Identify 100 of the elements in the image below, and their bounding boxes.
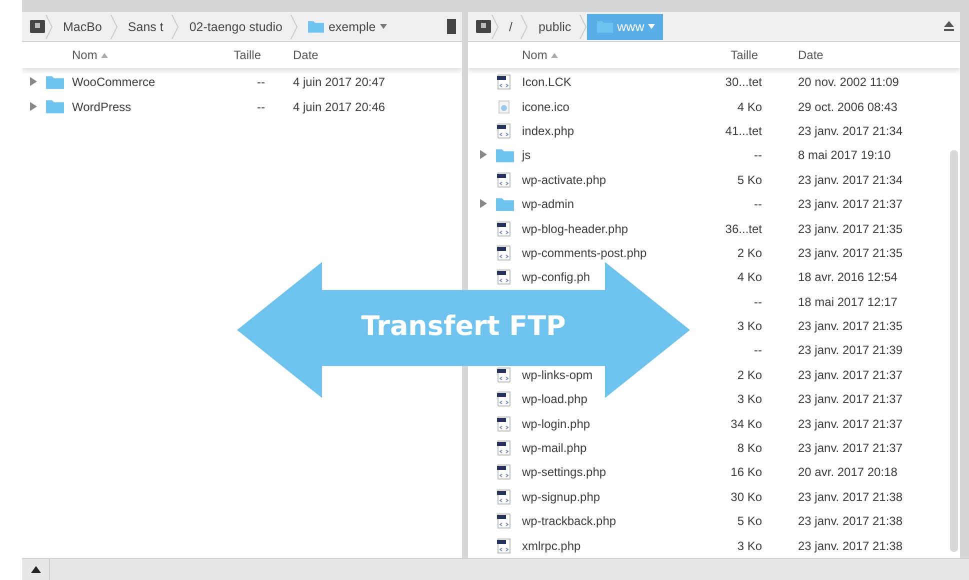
column-header[interactable]: Nom bbox=[522, 48, 712, 62]
column-header[interactable]: Nom bbox=[72, 48, 222, 62]
file-date: 23 janv. 2017 21:37 bbox=[798, 197, 903, 212]
file-date: 20 avr. 2017 20:18 bbox=[798, 465, 898, 480]
file-size: 34 Ko bbox=[730, 416, 762, 431]
expand-triangle-icon[interactable] bbox=[480, 199, 487, 208]
php-file-icon bbox=[496, 366, 512, 383]
file-date: 20 nov. 2002 11:09 bbox=[798, 75, 899, 90]
file-date: 29 oct. 2006 08:43 bbox=[798, 100, 898, 114]
file-size: 16 Ko bbox=[730, 465, 762, 480]
transfer-label: Transfert FTP bbox=[360, 311, 567, 342]
file-date: 23 janv. 2017 21:37 bbox=[798, 416, 903, 431]
php-file-icon bbox=[496, 464, 512, 480]
file-name[interactable]: wp-activate.php bbox=[522, 172, 606, 187]
file-name[interactable]: index.php bbox=[522, 124, 574, 138]
file-name[interactable]: wp-admin bbox=[522, 197, 574, 212]
drive-icon[interactable] bbox=[476, 20, 491, 33]
file-size: 41...tet bbox=[724, 124, 762, 138]
folder-icon bbox=[46, 75, 64, 90]
file-name[interactable]: wp-login.php bbox=[522, 416, 590, 431]
path-segment[interactable]: MacBo bbox=[53, 14, 110, 40]
file-date: 23 janv. 2017 21:35 bbox=[798, 222, 903, 236]
php-file-icon bbox=[496, 391, 512, 408]
file-size: 3 Ko bbox=[736, 319, 762, 334]
file-name[interactable]: icone.ico bbox=[522, 100, 570, 114]
file-size: 3 Ko bbox=[736, 538, 762, 553]
file-name[interactable]: Icon.LCK bbox=[522, 75, 572, 90]
file-date: 23 janv. 2017 21:37 bbox=[798, 392, 903, 406]
eject-icon[interactable] bbox=[944, 21, 954, 32]
file-size: 30...tet bbox=[724, 75, 762, 90]
file-name[interactable]: js bbox=[522, 148, 531, 162]
column-header[interactable]: Date bbox=[762, 48, 960, 62]
expand-triangle-icon[interactable] bbox=[480, 150, 487, 160]
file-name[interactable]: wp-settings.php bbox=[522, 465, 606, 480]
file-date: 23 janv. 2017 21:34 bbox=[798, 172, 903, 187]
column-header[interactable]: Taille bbox=[222, 48, 265, 62]
path-segment[interactable]: 02-taengo studio bbox=[179, 14, 290, 40]
file-name[interactable]: wp-signup.php bbox=[522, 490, 600, 504]
path-segment[interactable]: Sans t bbox=[118, 14, 172, 40]
path-segment[interactable]: public bbox=[528, 14, 580, 40]
folder-icon bbox=[496, 196, 514, 212]
file-size: 5 Ko bbox=[736, 172, 762, 187]
file-size: -- bbox=[753, 294, 762, 309]
drive-icon[interactable] bbox=[30, 20, 45, 33]
path-segment[interactable]: exemple bbox=[298, 14, 395, 40]
file-date: 4 juin 2017 20:46 bbox=[293, 100, 386, 114]
php-file-icon bbox=[496, 416, 512, 432]
file-name[interactable]: wp-comments-post.php bbox=[522, 246, 647, 260]
file-name[interactable]: wp-mail.php bbox=[522, 441, 587, 456]
file-date: 4 juin 2017 20:47 bbox=[293, 75, 386, 90]
file-name[interactable]: WooCommerce bbox=[72, 75, 156, 90]
file-name[interactable]: wp-trackback.php bbox=[522, 514, 616, 528]
file-size: -- bbox=[256, 100, 265, 114]
php-file-icon bbox=[496, 74, 512, 90]
folder-icon bbox=[46, 99, 64, 114]
file-name[interactable]: wp-load.php bbox=[522, 392, 588, 406]
file-name[interactable]: wp-blog-header.php bbox=[522, 222, 628, 236]
up-triangle-icon bbox=[30, 566, 40, 573]
file-date: 23 janv. 2017 21:37 bbox=[798, 368, 903, 382]
file-date: 23 janv. 2017 21:34 bbox=[798, 124, 903, 138]
php-file-icon bbox=[496, 513, 512, 530]
file-size: 8 Ko bbox=[736, 441, 762, 456]
php-file-icon bbox=[496, 538, 512, 554]
file-size: 3 Ko bbox=[736, 392, 762, 406]
php-file-icon bbox=[496, 440, 512, 456]
path-segment[interactable]: / bbox=[499, 14, 520, 40]
column-header[interactable]: Date bbox=[265, 48, 462, 62]
file-date: 18 mai 2017 12:17 bbox=[798, 294, 898, 309]
file-size: -- bbox=[753, 343, 762, 358]
file-date: 8 mai 2017 19:10 bbox=[798, 148, 891, 162]
file-date: 23 janv. 2017 21:38 bbox=[798, 514, 903, 528]
scrollbar-thumb[interactable] bbox=[950, 150, 958, 552]
file-size: -- bbox=[753, 148, 762, 162]
folder-icon bbox=[496, 148, 514, 163]
expand-triangle-icon[interactable] bbox=[30, 102, 37, 111]
php-file-icon bbox=[496, 269, 512, 286]
php-file-icon bbox=[496, 244, 512, 261]
sort-caret-icon bbox=[101, 52, 108, 58]
file-date: 23 janv. 2017 21:38 bbox=[798, 490, 903, 504]
file-date: 23 janv. 2017 21:37 bbox=[798, 441, 903, 456]
file-date: 23 janv. 2017 21:35 bbox=[798, 246, 903, 260]
file-date: 23 janv. 2017 21:35 bbox=[798, 319, 903, 334]
file-name[interactable]: wp-config.ph bbox=[522, 270, 590, 284]
image-file-icon bbox=[496, 98, 512, 115]
file-size: 4 Ko bbox=[736, 100, 762, 114]
file-size: -- bbox=[256, 75, 265, 90]
file-date: 23 janv. 2017 21:39 bbox=[798, 343, 903, 358]
file-size: 2 Ko bbox=[736, 246, 762, 260]
file-size: 2 Ko bbox=[736, 368, 762, 382]
file-date: 23 janv. 2017 21:38 bbox=[798, 538, 903, 553]
sort-caret-icon bbox=[551, 52, 558, 58]
file-name[interactable]: wp-links-opm bbox=[522, 368, 593, 382]
php-file-icon bbox=[496, 122, 512, 139]
file-name[interactable]: WordPress bbox=[72, 100, 132, 114]
file-date: 18 avr. 2016 12:54 bbox=[798, 270, 898, 284]
column-header[interactable]: Taille bbox=[712, 48, 762, 62]
file-name[interactable]: xmlrpc.php bbox=[522, 538, 581, 553]
expand-triangle-icon[interactable] bbox=[30, 77, 37, 86]
php-file-icon bbox=[496, 220, 512, 237]
php-file-icon bbox=[496, 172, 512, 188]
